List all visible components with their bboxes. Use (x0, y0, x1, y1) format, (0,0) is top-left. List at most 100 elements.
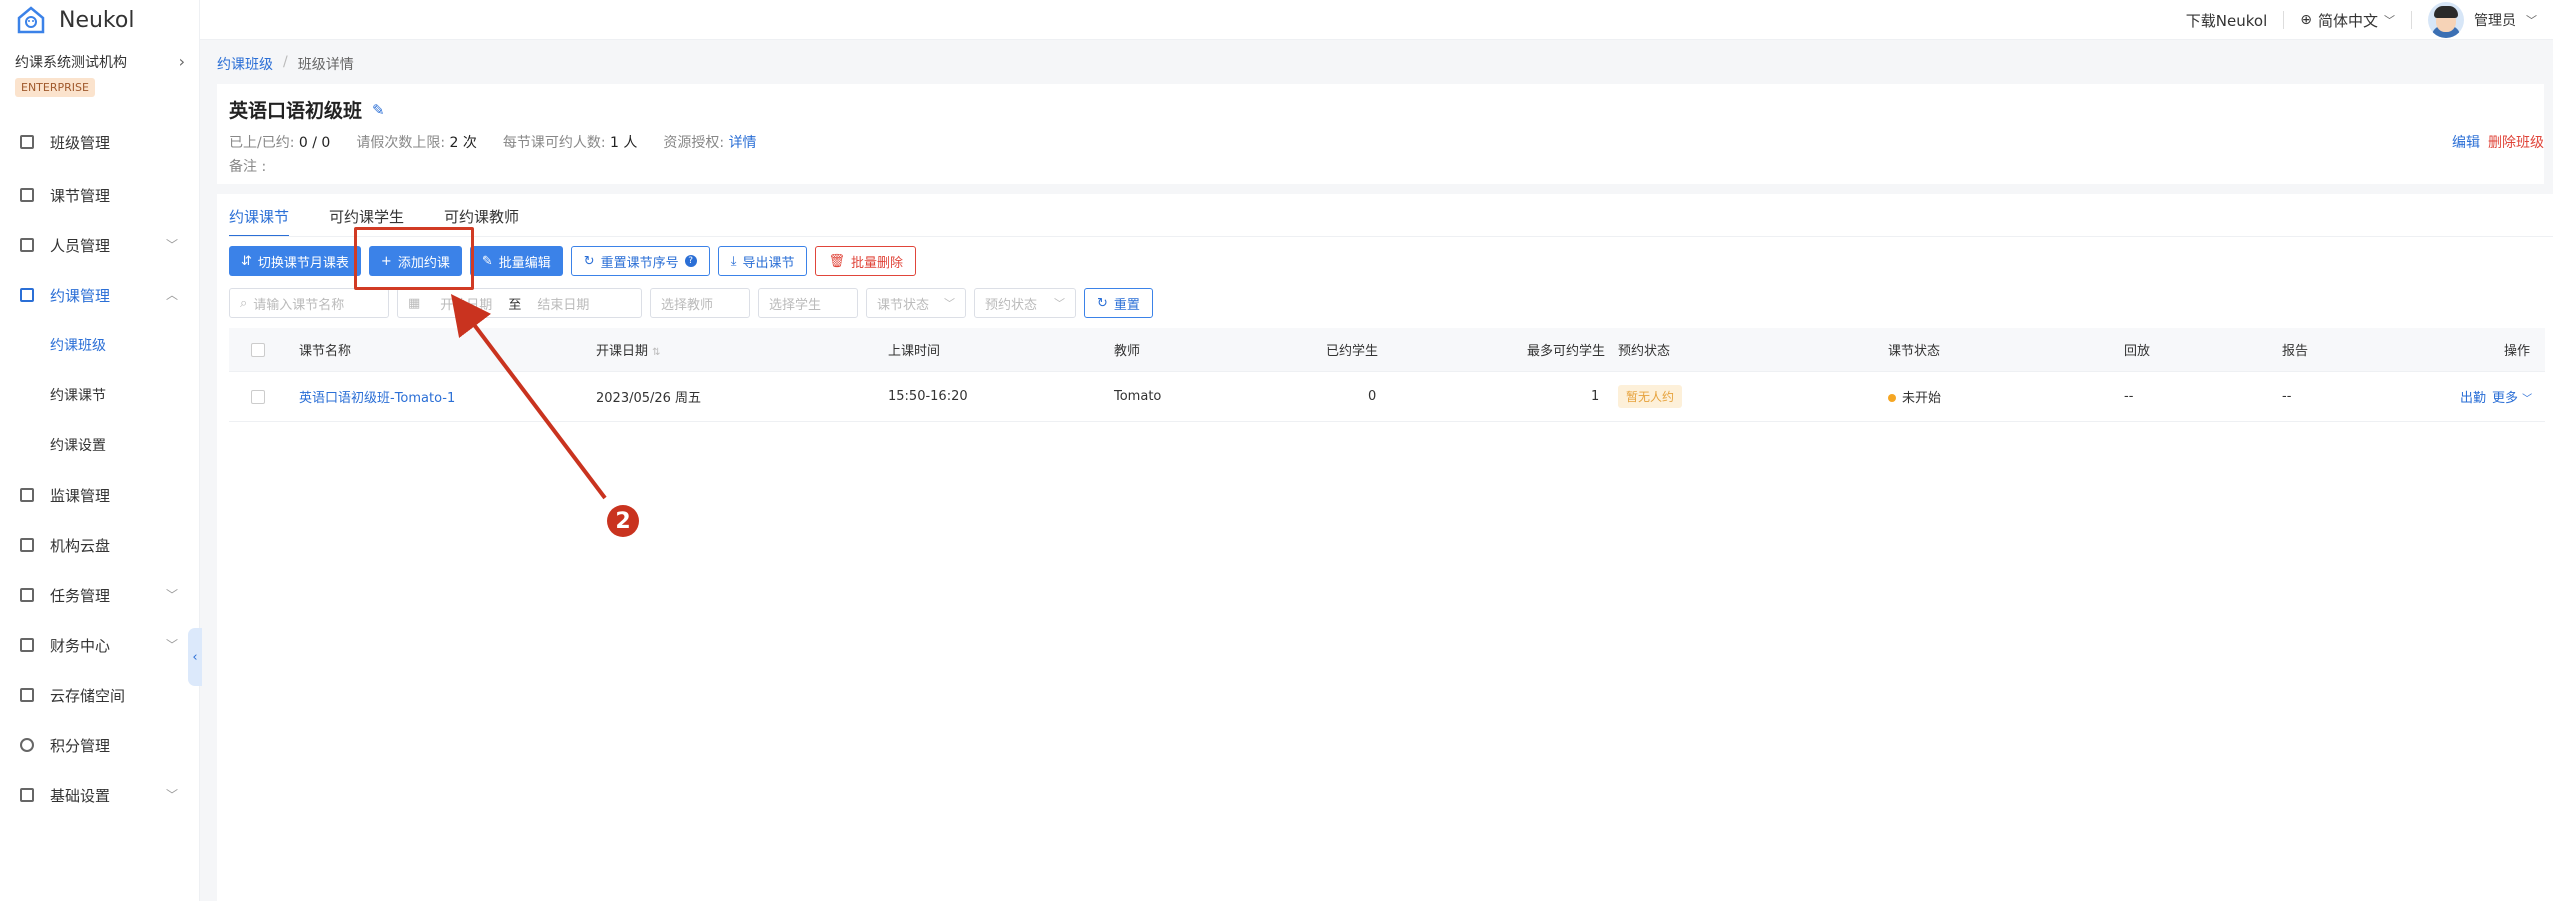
export-lessons-button[interactable]: ⤓ 导出课节 (717, 246, 808, 276)
lesson-name-search[interactable]: ⌕ 请输入课节名称 (229, 288, 389, 318)
class-meta: 已上/已约: 0 / 0 请假次数上限: 2 次 每节课可约人数: 1 人 资源… (229, 132, 757, 152)
chevron-down-icon: ﹀ (944, 297, 955, 310)
replay-value: -- (2124, 389, 2134, 404)
switch-calendar-button[interactable]: ⇵ 切换课节月课表 (229, 246, 361, 276)
sidebar-item-label: 机构云盘 (50, 536, 111, 555)
help-icon[interactable]: ? (684, 255, 697, 267)
task-icon (20, 588, 34, 602)
tab-booking-lessons[interactable]: 约课课节 (229, 206, 290, 237)
sidebar-item-lesson-management[interactable]: 课节管理 (0, 170, 200, 220)
sidebar-subitem-booking-settings[interactable]: 约课设置 (0, 420, 200, 470)
start-date-field[interactable]: 开始日期 (440, 294, 492, 313)
sidebar-item-class-management[interactable]: 班级管理 (0, 117, 200, 167)
attended-value: 0 / 0 (298, 135, 331, 151)
booking-icon (20, 288, 34, 302)
end-date-field[interactable]: 结束日期 (537, 294, 589, 313)
teacher-select[interactable]: 选择教师 (650, 288, 750, 318)
bulk-edit-button[interactable]: ✎ 批量编辑 (469, 246, 563, 276)
table-header: 课节名称 开课日期 ⇅ 上课时间 教师 已约学生 最多可约学生 预约状态 课节状… (229, 328, 2545, 372)
lesson-status: 未开始 (1888, 387, 1941, 406)
sidebar-item-cloud-disk[interactable]: 机构云盘 (0, 520, 200, 570)
class-actions: 编辑 删除班级 (2452, 132, 2544, 152)
per-lesson-stat: 每节课可约人数: 1 人 (502, 135, 638, 151)
user-menu[interactable]: 管理员 ﹀ (2428, 2, 2537, 38)
sidebar-item-label: 任务管理 (50, 586, 111, 605)
sidebar-item-people-management[interactable]: 人员管理 ﹀ (0, 220, 200, 270)
col-booking-status: 预约状态 (1618, 344, 1671, 359)
lesson-teacher: Tomato (1114, 389, 1162, 404)
col-booked-students: 已约学生 (1326, 344, 1379, 359)
sidebar-nav: 班级管理 课节管理 人员管理 ﹀ 约课管理 ︿ 约课班级 约课课节 约课设置 监… (0, 120, 200, 820)
edit-pen-icon[interactable]: ✎ (372, 101, 385, 119)
edit-class-button[interactable]: 编辑 (2452, 132, 2480, 152)
booking-status-select[interactable]: 预约状态 ﹀ (974, 288, 1076, 318)
leave-limit-stat: 请假次数上限: 2 次 (356, 135, 477, 151)
sidebar-item-points-management[interactable]: 积分管理 (0, 720, 200, 770)
brand-logo[interactable]: Neukol (15, 4, 134, 36)
placeholder: 选择教师 (661, 297, 714, 313)
attendance-link[interactable]: 出勤 (2460, 387, 2486, 406)
trash-icon: 🗑 (828, 253, 845, 269)
date-range-picker[interactable]: ▦ 开始日期 至 结束日期 (397, 288, 642, 318)
lesson-time: 15:50-16:20 (888, 389, 968, 404)
lesson-status-select[interactable]: 课节状态 ﹀ (866, 288, 966, 318)
lesson-name-link[interactable]: 英语口语初级班-Tomato-1 (299, 387, 455, 406)
filter-bar: ⌕ 请输入课节名称 ▦ 开始日期 至 结束日期 选择教师 选择学生 课节状态 ﹀… (229, 288, 1153, 318)
row-checkbox[interactable] (251, 389, 265, 404)
org-switcher[interactable]: 约课系统测试机构 › (15, 52, 185, 72)
org-name: 约课系统测试机构 (15, 55, 127, 71)
col-actions: 操作 (2504, 344, 2531, 359)
edition-badge: ENTERPRISE (15, 78, 95, 97)
class-title: 英语口语初级班 (229, 100, 363, 122)
booking-status-badge: 暂无人约 (1618, 385, 1683, 408)
sidebar-item-basic-settings[interactable]: 基础设置 ﹀ (0, 770, 200, 820)
note-label: 备注 : (229, 159, 267, 175)
sidebar-item-label: 云存储空间 (50, 686, 126, 705)
col-lesson-status: 课节状态 (1888, 344, 1941, 359)
booked-count: 0 (1368, 389, 1377, 404)
lessons-card: 约课课节 可约课学生 可约课教师 ⇵ 切换课节月课表 + 添加约课 ✎ 批量编辑… (217, 194, 2553, 901)
lesson-icon (20, 188, 34, 202)
lesson-date: 2023/05/26 周五 (596, 391, 702, 406)
placeholder: 课节状态 (877, 297, 930, 313)
select-all-checkbox[interactable] (251, 342, 265, 357)
divider (2411, 11, 2412, 29)
breadcrumb-separator: / (283, 54, 288, 70)
sidebar-item-label: 约课管理 (50, 286, 111, 305)
col-replay: 回放 (2124, 344, 2151, 359)
sidebar-collapse-button[interactable]: ‹ (188, 628, 202, 686)
more-actions-link[interactable]: 更多 ﹀ (2492, 387, 2532, 406)
sidebar-item-task-management[interactable]: 任务管理 ﹀ (0, 570, 200, 620)
avatar (2428, 2, 2464, 38)
switch-icon: ⇵ (241, 253, 252, 269)
sidebar-item-monitor-management[interactable]: 监课管理 (0, 470, 200, 520)
breadcrumb-parent[interactable]: 约课班级 (217, 54, 273, 74)
sidebar-item-cloud-storage[interactable]: 云存储空间 (0, 670, 200, 720)
sidebar-item-booking-management[interactable]: 约课管理 ︿ (0, 270, 200, 320)
col-teacher: 教师 (1114, 344, 1141, 359)
sidebar-item-finance-center[interactable]: 财务中心 ﹀ (0, 620, 200, 670)
button-label: 重置 (1113, 297, 1140, 313)
button-label: 切换课节月课表 (257, 255, 349, 271)
sidebar-subitem-booking-lesson[interactable]: 约课课节 (0, 370, 200, 420)
highlight-box (354, 227, 474, 290)
placeholder: 选择学生 (769, 297, 822, 313)
points-icon (20, 738, 34, 752)
date-separator: 至 (508, 297, 522, 313)
toolbar: ⇵ 切换课节月课表 + 添加约课 ✎ 批量编辑 ↻ 重置课节序号 ? ⤓ 导出课… (229, 246, 916, 276)
download-link[interactable]: 下载Neukol (2186, 10, 2267, 31)
sidebar-item-label: 积分管理 (50, 736, 111, 755)
col-start-date[interactable]: 开课日期 ⇅ (596, 340, 661, 359)
button-label: 重置课节序号 (600, 255, 679, 271)
bulk-delete-button[interactable]: 🗑 批量删除 (815, 246, 916, 276)
sidebar-item-label: 约课设置 (50, 438, 106, 454)
student-select[interactable]: 选择学生 (758, 288, 858, 318)
reset-order-button[interactable]: ↻ 重置课节序号 ? (570, 246, 710, 276)
col-report: 报告 (2282, 344, 2309, 359)
language-selector[interactable]: ⊕ 简体中文 ﹀ (2300, 10, 2395, 31)
resource-detail-link[interactable]: 详情 (729, 135, 757, 151)
button-label: 批量删除 (850, 255, 903, 271)
sidebar-subitem-booking-class[interactable]: 约课班级 (0, 320, 200, 370)
reset-filters-button[interactable]: ↻ 重置 (1084, 288, 1153, 318)
delete-class-button[interactable]: 删除班级 (2488, 132, 2544, 152)
